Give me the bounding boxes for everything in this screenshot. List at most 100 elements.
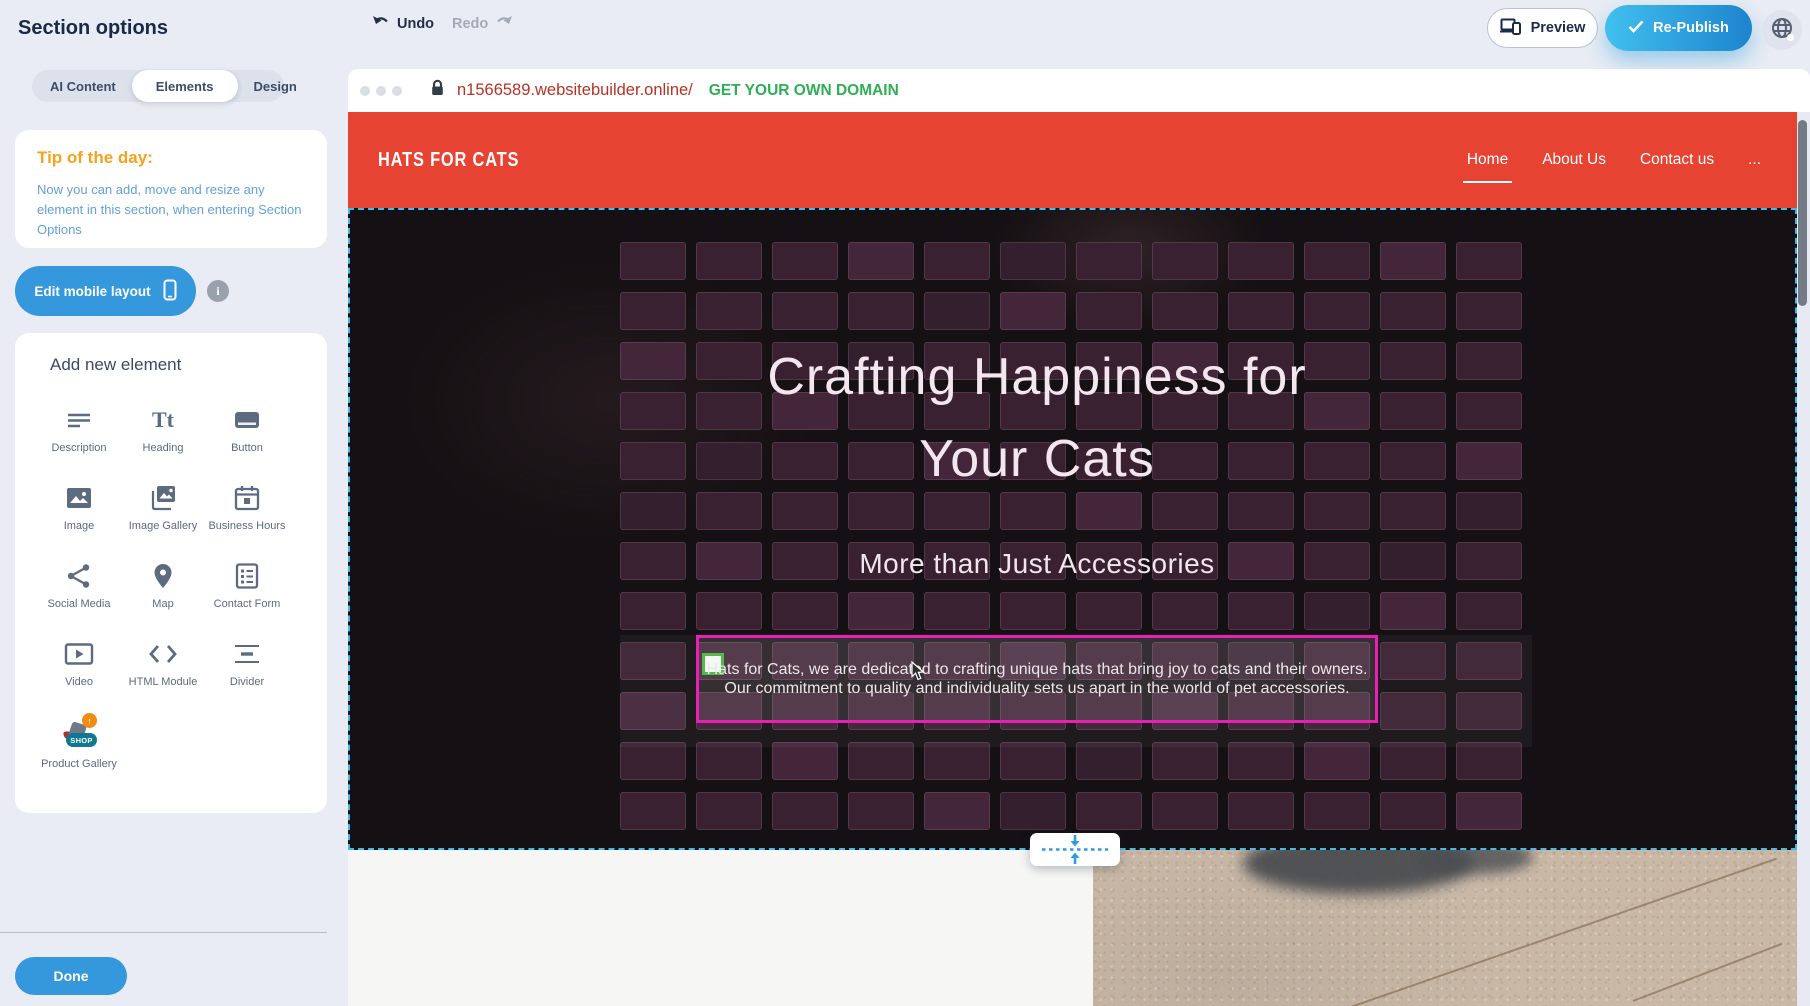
nav-about-us[interactable]: About Us [1540, 141, 1608, 179]
hero-tile [1456, 242, 1522, 280]
element-business-hours[interactable]: Business Hours [205, 475, 289, 553]
hero-tile [696, 742, 762, 780]
element-video[interactable]: Video [37, 631, 121, 709]
element-map[interactable]: Map [121, 553, 205, 631]
business-hours-icon [232, 483, 262, 513]
hero-tile [1228, 742, 1294, 780]
republish-button[interactable]: Re-Publish [1605, 5, 1752, 51]
republish-label: Re-Publish [1653, 20, 1729, 36]
button-icon [232, 405, 262, 435]
tab-design[interactable]: Design [238, 70, 313, 102]
social-media-icon [64, 561, 94, 591]
hero-tile [848, 292, 914, 330]
nav-home[interactable]: Home [1465, 141, 1510, 179]
hero-subheading: More than Just Accessories [350, 548, 1724, 580]
url-text[interactable]: n1566589.websitebuilder.online/ [457, 81, 693, 100]
next-section [348, 850, 1797, 1006]
add-element-title: Add new element [50, 355, 327, 375]
hero-tile [1152, 242, 1218, 280]
hero-tile [772, 242, 838, 280]
browser-address-bar: n1566589.websitebuilder.online/ GET YOUR… [348, 69, 1810, 112]
element-heading[interactable]: Tt Heading [121, 397, 205, 475]
tab-elements[interactable]: Elements [132, 70, 238, 102]
get-your-own-domain-link[interactable]: GET YOUR OWN DOMAIN [709, 82, 899, 100]
hero-tile [848, 742, 914, 780]
undo-button[interactable]: Undo [372, 15, 434, 33]
redo-button[interactable]: Redo [452, 15, 513, 33]
hero-tile [1076, 292, 1142, 330]
hero-tile [1304, 242, 1370, 280]
section-resize-handle[interactable] [1030, 833, 1120, 866]
nav-contact-us[interactable]: Contact us [1638, 141, 1716, 179]
selected-paragraph-element[interactable]: Hats for Cats, we are dedicated to craft… [696, 635, 1378, 723]
element-image-gallery[interactable]: Image Gallery [121, 475, 205, 553]
selected-hero-section[interactable]: Crafting Happiness for Your Cats More th… [348, 208, 1797, 850]
hero-tile [924, 742, 990, 780]
hero-tile [696, 292, 762, 330]
done-button[interactable]: Done [15, 957, 127, 995]
redo-icon [495, 15, 513, 33]
sidebar-tab-bar: AI Content Elements Design [32, 70, 284, 102]
description-icon [64, 405, 94, 435]
element-html-module[interactable]: HTML Module [121, 631, 205, 709]
hero-tile [620, 792, 686, 830]
hero-tile [1380, 292, 1446, 330]
tip-of-the-day-card: Tip of the day: Now you can add, move an… [15, 130, 327, 248]
element-contact-form[interactable]: Contact Form [205, 553, 289, 631]
hero-tile [620, 292, 686, 330]
hero-tile [1304, 792, 1370, 830]
hero-tile [620, 592, 686, 630]
hero-tile [1304, 742, 1370, 780]
hero-tile [772, 792, 838, 830]
hero-tile [1076, 792, 1142, 830]
hero-tile [1380, 242, 1446, 280]
contact-form-icon [232, 561, 262, 591]
globe-badge-dot [1787, 34, 1794, 41]
hero-tile [1000, 742, 1066, 780]
element-image[interactable]: Image [37, 475, 121, 553]
hero-tile [620, 742, 686, 780]
hero-tile [772, 592, 838, 630]
hero-tile [1152, 592, 1218, 630]
edit-mobile-layout-button[interactable]: Edit mobile layout [15, 266, 196, 316]
hero-heading: Crafting Happiness for Your Cats [350, 336, 1724, 500]
hero-tile [1000, 792, 1066, 830]
element-social-media[interactable]: Social Media [37, 553, 121, 631]
hero-paragraph: Hats for Cats, we are dedicated to craft… [679, 660, 1395, 698]
app-root: Section options Undo Redo Preview Re-Pub… [0, 0, 1810, 1006]
language-globe-button[interactable] [1762, 10, 1802, 50]
html-module-icon [148, 639, 178, 669]
map-icon [148, 561, 178, 591]
site-nav: Home About Us Contact us ... [1465, 141, 1763, 179]
hero-tile [1228, 242, 1294, 280]
tip-body: Now you can add, move and resize any ele… [37, 180, 309, 240]
element-button[interactable]: Button [205, 397, 289, 475]
hero-tile [1304, 292, 1370, 330]
hero-tile [1000, 292, 1066, 330]
hero-tile [1380, 792, 1446, 830]
element-product-gallery[interactable]: ↑ SHOP Product Gallery [37, 709, 121, 787]
phone-icon [163, 279, 177, 304]
scrollbar-thumb[interactable] [1798, 120, 1807, 306]
tile-grout-line-2 [1633, 943, 1783, 1002]
hero-tile [1380, 592, 1446, 630]
element-divider[interactable]: Divider [205, 631, 289, 709]
tab-ai-content[interactable]: AI Content [34, 70, 132, 102]
add-new-element-panel: Add new element Description Tt Heading B… [15, 333, 327, 813]
hero-tile [848, 242, 914, 280]
preview-label: Preview [1531, 20, 1586, 36]
element-grid: Description Tt Heading Button Image [15, 397, 327, 787]
hero-tile [772, 742, 838, 780]
hero-tile [1000, 242, 1066, 280]
site-logo[interactable]: HATS FOR CATS [378, 149, 519, 172]
info-icon[interactable]: i [207, 280, 229, 302]
upgrade-arrow-badge: ↑ [82, 713, 97, 728]
preview-button[interactable]: Preview [1487, 8, 1598, 48]
floor-photo [1093, 850, 1797, 1006]
sidebar-divider [0, 932, 327, 933]
nav-more-menu[interactable]: ... [1746, 141, 1763, 179]
hero-tile [1228, 592, 1294, 630]
hero-tile [924, 242, 990, 280]
element-description[interactable]: Description [37, 397, 121, 475]
hero-tile [1456, 592, 1522, 630]
